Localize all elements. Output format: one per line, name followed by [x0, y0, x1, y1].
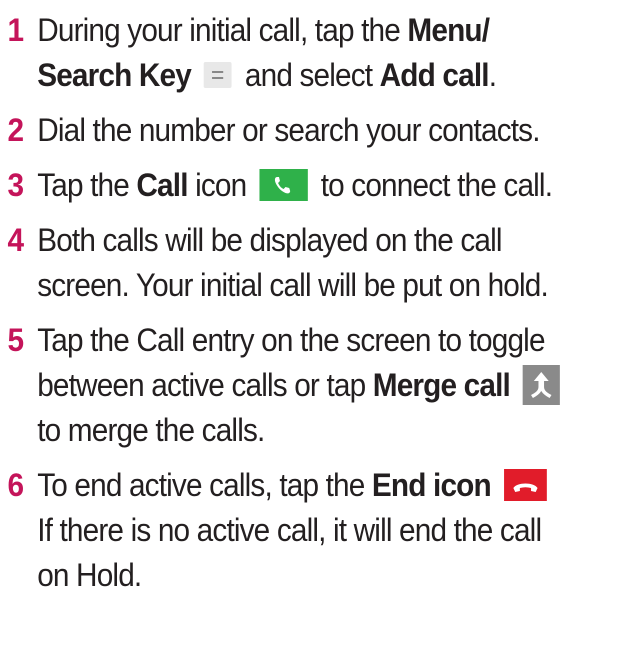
step-number: 1 [7, 12, 24, 48]
step-number: 5 [7, 322, 24, 358]
step-6: 6 To end active calls, tap the End icon … [0, 463, 598, 598]
step-number: 2 [7, 112, 24, 148]
step-text: between active calls or tap [37, 367, 373, 403]
step-1: 1 During your initial call, tap the Menu… [0, 8, 598, 98]
instruction-list: 1 During your initial call, tap the Menu… [0, 0, 643, 647]
step-text: During your initial call, tap the [37, 12, 408, 48]
end-call-icon [503, 468, 547, 501]
step-bold-text: Call [136, 167, 188, 203]
step-text: screen. Your initial call will be put on… [37, 267, 549, 303]
step-text: on Hold. [37, 557, 142, 593]
step-text: . [488, 57, 497, 93]
step-bold-text: End icon [371, 467, 492, 503]
step-5: 5 Tap the Call entry on the screen to to… [0, 318, 598, 453]
step-bold-text: Add call [379, 57, 490, 93]
step-2: 2 Dial the number or search your contact… [0, 108, 598, 153]
step-text: To end active calls, tap the [37, 467, 372, 503]
step-4: 4 Both calls will be displayed on the ca… [0, 218, 598, 308]
step-text: Tap the Call entry on the screen to togg… [37, 322, 545, 358]
step-bold-text: Search Key [37, 57, 192, 93]
step-text: to merge the calls. [37, 412, 265, 448]
step-3: 3 Tap the Call icon to connect the call. [0, 163, 598, 208]
step-number: 3 [7, 167, 24, 203]
step-number: 4 [7, 222, 24, 258]
step-text: Both calls will be displayed on the call [37, 222, 502, 258]
step-text: and select [237, 57, 380, 93]
menu-icon [203, 61, 232, 88]
step-bold-text: Merge call [372, 367, 511, 403]
step-text: Dial the number or search your contacts. [37, 112, 540, 148]
phone-icon [259, 168, 308, 201]
step-number: 6 [7, 467, 24, 503]
step-text: icon [187, 167, 247, 203]
step-bold-text: Menu/ [407, 12, 490, 48]
step-text: to connect the call. [313, 167, 553, 203]
step-text: Tap the [37, 167, 137, 203]
step-text: If there is no active call, it will end … [37, 512, 542, 548]
merge-call-icon [522, 364, 561, 405]
